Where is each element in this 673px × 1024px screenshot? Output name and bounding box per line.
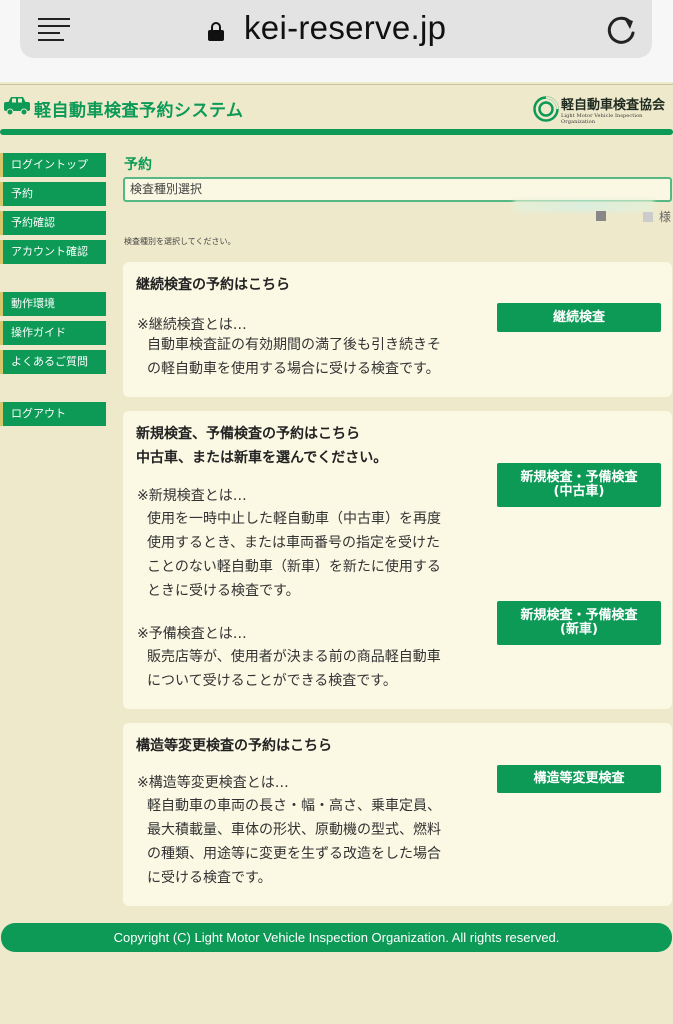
note-body: 使用を一時中止した軽自動車（中古車）を再度 使用するとき、または車両番号の指定を… bbox=[147, 511, 441, 599]
page-subtitle: 検査種別選択 bbox=[123, 177, 672, 202]
note-title: ※新規検査とは… bbox=[137, 488, 247, 504]
sidebar-item-environment[interactable]: 動作環境 bbox=[0, 292, 106, 316]
page-title: 予約 bbox=[124, 157, 152, 173]
address-bar[interactable]: kei-reserve.jp bbox=[20, 0, 652, 58]
sidebar-item-faq[interactable]: よくあるご質問 bbox=[0, 350, 106, 374]
footer-copyright: Copyright (C) Light Motor Vehicle Inspec… bbox=[1, 923, 672, 952]
car-icon bbox=[4, 97, 30, 116]
site-title: 軽自動車検査予約システム bbox=[34, 101, 244, 121]
menu-icon[interactable] bbox=[38, 18, 70, 42]
continuous-inspection-button[interactable]: 継続検査 bbox=[497, 303, 661, 332]
org-logo-icon bbox=[533, 96, 559, 122]
card-continuous-inspection: 継続検査の予約はこちら ※継続検査とは… 自動車検査証の有効期間の満了後も引き続… bbox=[123, 262, 672, 397]
header-divider bbox=[0, 129, 673, 135]
sidebar-item-reserve-confirm[interactable]: 予約確認 bbox=[0, 211, 106, 235]
note-body: 自動車検査証の有効期間の満了後も引き続きそ の軽自動車を使用する場合に受ける検査… bbox=[147, 337, 441, 377]
sidebar-item-login-top[interactable]: ログイントップ bbox=[0, 153, 106, 177]
site-header: 軽自動車検査予約システム 軽自動車検査協会 Light Motor Vehicl… bbox=[0, 84, 673, 128]
user-name-redacted-pixel bbox=[596, 211, 606, 221]
note-body: 販売店等が、使用者が決まる前の商品軽自動車 について受けることができる検査です。 bbox=[147, 649, 441, 689]
card-structure-change-inspection: 構造等変更検査の予約はこちら ※構造等変更検査とは… 軽自動車の車両の長さ・幅・… bbox=[123, 723, 672, 906]
new-inspection-new-car-button[interactable]: 新規検査・予備検査 (新車) bbox=[497, 601, 661, 645]
card-heading: 継続検査の予約はこちら bbox=[136, 277, 290, 293]
note-title: ※予備検査とは… bbox=[137, 626, 247, 642]
user-name-redacted-pixel bbox=[643, 212, 653, 222]
user-name-redacted bbox=[514, 200, 654, 212]
sidebar-item-reserve[interactable]: 予約 bbox=[0, 182, 106, 206]
url-text[interactable]: kei-reserve.jp bbox=[244, 9, 446, 47]
browser-chrome: kei-reserve.jp bbox=[0, 0, 673, 82]
reload-icon[interactable] bbox=[602, 12, 640, 50]
lock-icon bbox=[208, 22, 224, 41]
card-heading: 構造等変更検査の予約はこちら bbox=[136, 738, 332, 754]
new-inspection-used-car-button[interactable]: 新規検査・予備検査 (中古車) bbox=[497, 463, 661, 507]
org-subtitle: Light Motor Vehicle Inspection Organizat… bbox=[561, 113, 643, 125]
note-body: 軽自動車の車両の長さ・幅・高さ、乗車定員、 最大積載量、車体の形状、原動機の型式… bbox=[147, 798, 441, 886]
sidebar-item-account[interactable]: アカウント確認 bbox=[0, 240, 106, 264]
card-heading: 新規検査、予備検査の予約はこちら 中古車、または新車を選んでください。 bbox=[136, 426, 388, 466]
note-title: ※構造等変更検査とは… bbox=[137, 775, 289, 791]
sidebar-item-logout[interactable]: ログアウト bbox=[0, 402, 106, 426]
user-honorific: 様 bbox=[659, 210, 672, 224]
structure-change-inspection-button[interactable]: 構造等変更検査 bbox=[497, 765, 661, 793]
sidebar-item-guide[interactable]: 操作ガイド bbox=[0, 321, 106, 345]
instruction-text: 検査種別を選択してください。 bbox=[124, 237, 236, 246]
card-new-preliminary-inspection: 新規検査、予備検査の予約はこちら 中古車、または新車を選んでください。 ※新規検… bbox=[123, 411, 672, 709]
note-title: ※継続検査とは… bbox=[137, 317, 247, 333]
org-name: 軽自動車検査協会 bbox=[561, 98, 666, 113]
